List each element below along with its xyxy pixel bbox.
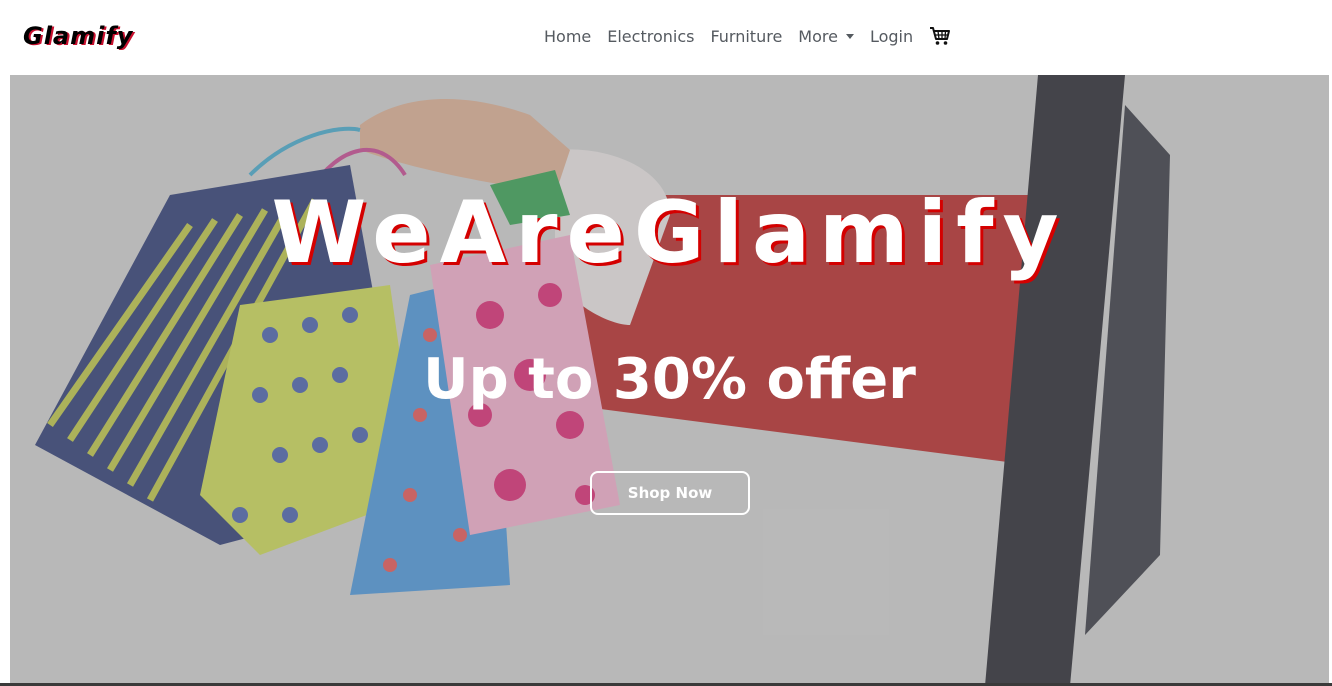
nav-furniture-link[interactable]: Furniture: [702, 27, 790, 46]
nav-more-dropdown[interactable]: More: [790, 27, 862, 46]
shop-now-button[interactable]: Shop Now: [590, 471, 750, 515]
hero-subtitle: Up to 30% offer: [423, 347, 916, 412]
shopping-cart-icon[interactable]: [929, 26, 951, 46]
hero-title: WeAreGlamify: [271, 183, 1068, 283]
brand-logo[interactable]: Glamify: [23, 22, 133, 50]
caret-down-icon: [845, 34, 854, 39]
nav-electronics-link[interactable]: Electronics: [599, 27, 702, 46]
hero-banner: WeAreGlamify Up to 30% offer Shop Now: [10, 75, 1329, 686]
nav-more-label: More: [798, 26, 838, 46]
nav-login-link[interactable]: Login: [862, 27, 921, 46]
navbar: Glamify Home Electronics Furniture More …: [0, 0, 1332, 75]
nav-home-link[interactable]: Home: [536, 27, 599, 46]
nav-links: Home Electronics Furniture More Login: [536, 24, 951, 48]
